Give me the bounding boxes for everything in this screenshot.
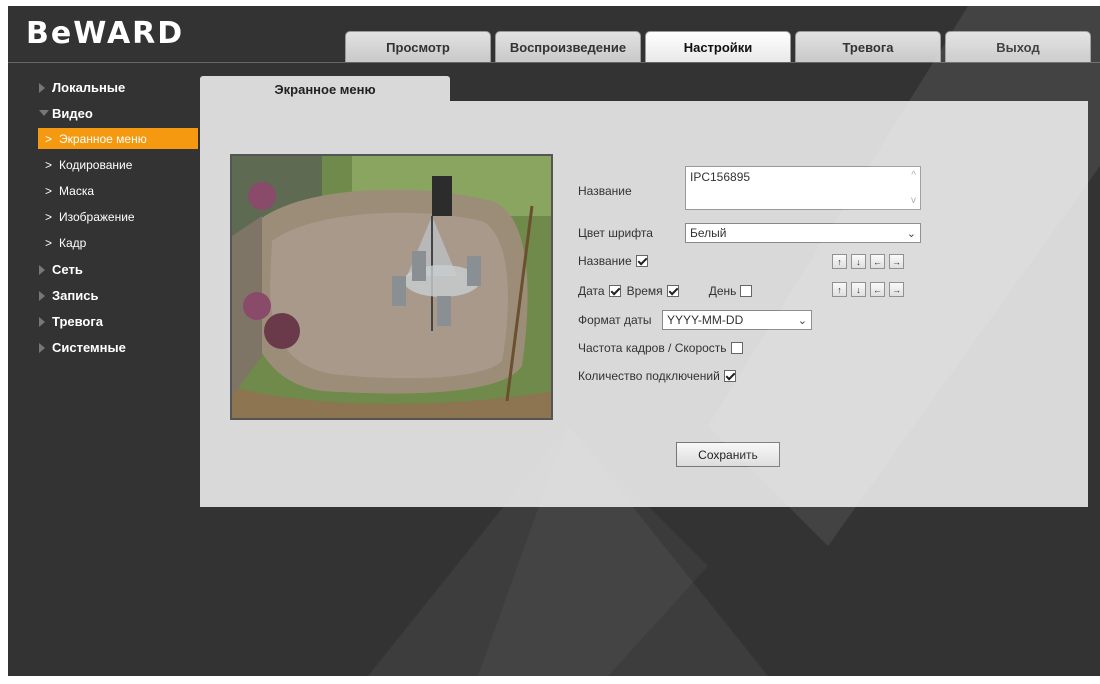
name-show-label: Название bbox=[578, 254, 632, 268]
arrow-left-icon[interactable]: ← bbox=[870, 282, 885, 297]
tab-view[interactable]: Просмотр bbox=[345, 31, 491, 63]
name-textarea-value: IPC156895 bbox=[690, 170, 751, 184]
sidebar-subitem-image[interactable]: > Изображение bbox=[8, 204, 198, 230]
sidebar-item-video[interactable]: Видео bbox=[8, 100, 198, 126]
chevron-right-icon: > bbox=[45, 210, 53, 224]
arrow-up-icon[interactable]: ↑ bbox=[832, 282, 847, 297]
font-color-label: Цвет шрифта bbox=[578, 226, 653, 240]
date-format-select[interactable]: YYYY-MM-DD ⌄ bbox=[662, 310, 812, 330]
sidebar-item-label: Тревога bbox=[52, 313, 104, 329]
triangle-right-icon bbox=[39, 265, 45, 275]
sidebar-item-alarm[interactable]: Тревога bbox=[8, 308, 198, 334]
time-label: Время bbox=[626, 284, 663, 298]
sidebar-item-local[interactable]: Локальные bbox=[8, 74, 198, 100]
tab-logout[interactable]: Выход bbox=[945, 31, 1091, 63]
sidebar-item-label: Маска bbox=[59, 184, 95, 198]
chevron-right-icon: > bbox=[45, 236, 53, 250]
date-format-value: YYYY-MM-DD bbox=[667, 313, 744, 327]
name-position-arrows: ↑ ↓ ← → bbox=[832, 254, 908, 269]
triangle-right-icon bbox=[39, 291, 45, 301]
sidebar-item-label: Экранное меню bbox=[59, 131, 147, 146]
beward-logo: BeWARD bbox=[26, 16, 185, 51]
sidebar-item-label: Кадр bbox=[59, 236, 87, 250]
sidebar-item-label: Локальные bbox=[52, 79, 126, 95]
arrow-right-icon[interactable]: → bbox=[889, 282, 904, 297]
sidebar-subitem-frame[interactable]: > Кадр bbox=[8, 230, 198, 256]
chevron-down-icon: ⌄ bbox=[906, 227, 916, 240]
font-color-select[interactable]: Белый ⌄ bbox=[685, 223, 921, 243]
chevron-right-icon: > bbox=[45, 184, 53, 198]
connections-label: Количество подключений bbox=[578, 369, 720, 383]
fps-label: Частота кадров / Скорость bbox=[578, 341, 727, 355]
date-position-arrows: ↑ ↓ ← → bbox=[832, 282, 908, 297]
connections-row: Количество подключений bbox=[578, 369, 736, 383]
chevron-down-icon: ⌄ bbox=[797, 314, 807, 327]
camera-preview-image bbox=[232, 156, 551, 418]
tab-playback[interactable]: Воспроизведение bbox=[495, 31, 641, 63]
sidebar-item-label: Видео bbox=[52, 105, 93, 121]
sidebar-subitem-encoding[interactable]: > Кодирование bbox=[8, 152, 198, 178]
name-label: Название bbox=[578, 184, 632, 198]
connections-checkbox[interactable] bbox=[723, 370, 736, 382]
scroll-down-icon[interactable]: v bbox=[911, 195, 916, 206]
sidebar-item-network[interactable]: Сеть bbox=[8, 256, 198, 282]
chevron-right-icon: > bbox=[45, 158, 53, 172]
triangle-right-icon bbox=[39, 343, 45, 353]
camera-preview bbox=[230, 154, 553, 420]
chevron-right-icon: > bbox=[45, 131, 53, 146]
tab-alarm[interactable]: Тревога bbox=[795, 31, 941, 63]
settings-panel: Название IPC156895 ^ v Цвет шрифта Белый… bbox=[200, 101, 1088, 507]
sidebar-item-record[interactable]: Запись bbox=[8, 282, 198, 308]
sidebar-item-label: Кодирование bbox=[59, 158, 133, 172]
name-show-row: Название bbox=[578, 254, 648, 268]
font-color-value: Белый bbox=[690, 226, 727, 240]
arrow-down-icon[interactable]: ↓ bbox=[851, 254, 866, 269]
date-format-label: Формат даты bbox=[578, 313, 652, 327]
arrow-right-icon[interactable]: → bbox=[889, 254, 904, 269]
sidebar-item-system[interactable]: Системные bbox=[8, 334, 198, 360]
sidebar-subitem-osd[interactable]: > Экранное меню bbox=[38, 128, 198, 149]
sidebar-item-label: Запись bbox=[52, 287, 99, 303]
sidebar-item-label: Системные bbox=[52, 339, 126, 355]
fps-row: Частота кадров / Скорость bbox=[578, 341, 743, 355]
section-tab-osd[interactable]: Экранное меню bbox=[200, 76, 450, 102]
date-checkbox[interactable] bbox=[608, 285, 621, 297]
triangle-down-icon bbox=[39, 110, 49, 116]
sidebar: Локальные Видео > Экранное меню > Кодирова… bbox=[8, 74, 198, 360]
arrow-down-icon[interactable]: ↓ bbox=[851, 282, 866, 297]
date-label: Дата bbox=[578, 284, 605, 298]
sidebar-item-label: Изображение bbox=[59, 210, 135, 224]
date-row: Дата Время День bbox=[578, 284, 753, 298]
save-button[interactable]: Сохранить bbox=[676, 442, 780, 467]
triangle-right-icon bbox=[39, 317, 45, 327]
time-checkbox[interactable] bbox=[666, 285, 679, 297]
day-label: День bbox=[708, 284, 737, 298]
tab-settings[interactable]: Настройки bbox=[645, 31, 791, 63]
fps-checkbox[interactable] bbox=[730, 342, 743, 354]
sidebar-subitem-mask[interactable]: > Маска bbox=[8, 178, 198, 204]
header-divider bbox=[8, 62, 1100, 63]
name-textarea[interactable]: IPC156895 ^ v bbox=[685, 166, 921, 210]
app-frame: BeWARD Просмотр Воспроизведение Настройк… bbox=[8, 6, 1100, 676]
sidebar-item-label: Сеть bbox=[52, 261, 83, 277]
scroll-up-icon[interactable]: ^ bbox=[911, 170, 916, 181]
day-checkbox[interactable] bbox=[740, 285, 753, 297]
name-show-checkbox[interactable] bbox=[635, 255, 648, 267]
arrow-up-icon[interactable]: ↑ bbox=[832, 254, 847, 269]
arrow-left-icon[interactable]: ← bbox=[870, 254, 885, 269]
main-tabs: Просмотр Воспроизведение Настройки Трево… bbox=[345, 31, 1095, 63]
triangle-right-icon bbox=[39, 83, 45, 93]
